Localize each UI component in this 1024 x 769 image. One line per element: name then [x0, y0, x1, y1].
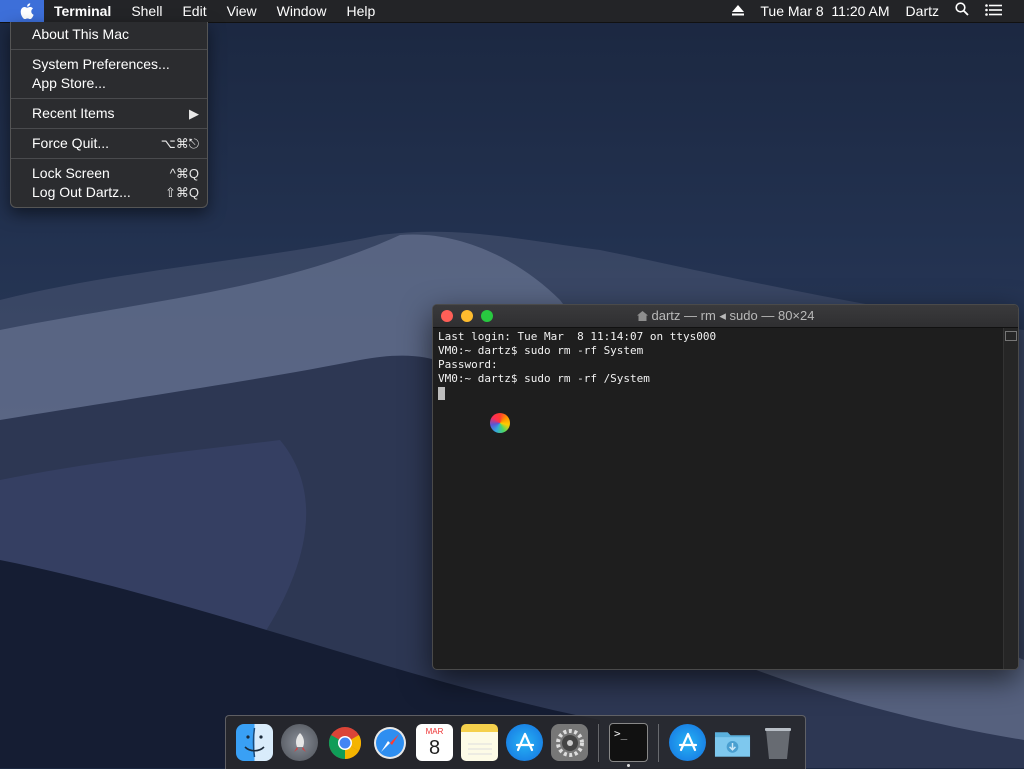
system-preferences-icon[interactable] — [551, 724, 588, 761]
menu-separator — [11, 128, 207, 129]
dock: MAR 8 >_ — [225, 715, 806, 769]
menu-edit[interactable]: Edit — [172, 0, 216, 22]
menu-item-label: Log Out Dartz... — [32, 184, 131, 200]
menu-item-shortcut: ⇧⌘Q — [164, 185, 199, 200]
terminal-line: VM0:~ dartz$ sudo rm -rf /System — [438, 372, 650, 385]
menu-item-log-out[interactable]: Log Out Dartz... ⇧⌘Q — [11, 183, 207, 202]
menu-item-label: Force Quit... — [32, 135, 110, 151]
apple-menu-dropdown: About This Mac System Preferences... App… — [10, 22, 208, 208]
running-indicator — [627, 764, 630, 767]
terminal-cursor — [438, 386, 445, 400]
terminal-titlebar[interactable]: dartz — rm ◂ sudo — 80×24 — [433, 305, 1018, 328]
calendar-icon[interactable]: MAR 8 — [416, 724, 453, 761]
menu-item-recent-items[interactable]: Recent Items ▶ — [11, 104, 207, 123]
split-pane-icon[interactable] — [1005, 331, 1017, 341]
app-store-icon[interactable] — [506, 724, 543, 761]
dock-divider — [658, 723, 659, 762]
chrome-icon[interactable] — [326, 724, 363, 761]
app-store-folder-icon[interactable] — [669, 724, 706, 761]
calendar-day: 8 — [428, 736, 441, 759]
launchpad-icon[interactable] — [281, 724, 318, 761]
downloads-folder-icon[interactable] — [714, 724, 751, 761]
menu-item-label: App Store... — [32, 75, 106, 91]
menubar-user[interactable]: Dartz — [898, 0, 947, 22]
home-folder-icon — [636, 306, 648, 328]
apple-menu-button[interactable] — [0, 0, 44, 22]
menu-item-shortcut: ⌥⌘⎋ — [160, 136, 199, 151]
terminal-title-text: dartz — rm ◂ sudo — 80×24 — [651, 308, 815, 323]
notes-icon[interactable] — [461, 724, 498, 761]
menu-separator — [11, 158, 207, 159]
terminal-output[interactable]: Last login: Tue Mar 8 11:14:07 on ttys00… — [433, 328, 1004, 669]
terminal-line: VM0:~ dartz$ sudo rm -rf System — [438, 344, 644, 357]
notification-center-icon[interactable] — [977, 0, 1024, 22]
spotlight-search-icon[interactable] — [947, 0, 977, 22]
menu-separator — [11, 98, 207, 99]
menu-window[interactable]: Window — [267, 0, 337, 22]
menu-separator — [11, 49, 207, 50]
menu-shell[interactable]: Shell — [121, 0, 172, 22]
menu-item-app-store[interactable]: App Store... — [11, 74, 207, 93]
menu-item-system-preferences[interactable]: System Preferences... — [11, 55, 207, 74]
menu-item-label: Recent Items — [32, 105, 115, 121]
menubar-clock[interactable]: Tue Mar 8 11:20 AM — [752, 0, 897, 22]
menu-item-label: Lock Screen — [32, 165, 110, 181]
trash-icon[interactable] — [759, 724, 796, 761]
menu-item-about-this-mac[interactable]: About This Mac — [11, 25, 207, 44]
menu-item-lock-screen[interactable]: Lock Screen ^⌘Q — [11, 164, 207, 183]
menu-item-force-quit[interactable]: Force Quit... ⌥⌘⎋ — [11, 134, 207, 153]
finder-icon[interactable] — [236, 724, 273, 761]
terminal-scrollbar[interactable] — [1003, 328, 1018, 669]
terminal-line: Password: — [438, 358, 498, 371]
menu-item-shortcut: ^⌘Q — [169, 166, 199, 181]
apple-icon — [20, 3, 34, 19]
menu-help[interactable]: Help — [336, 0, 385, 22]
spinning-wait-cursor-icon — [490, 413, 510, 433]
dock-divider — [598, 723, 599, 762]
menu-app-name[interactable]: Terminal — [44, 0, 121, 22]
terminal-window[interactable]: dartz — rm ◂ sudo — 80×24 Last login: Tu… — [432, 304, 1019, 670]
terminal-line: Last login: Tue Mar 8 11:14:07 on ttys00… — [438, 330, 717, 343]
menu-item-label: System Preferences... — [32, 56, 170, 72]
terminal-title: dartz — rm ◂ sudo — 80×24 — [433, 305, 1018, 327]
safari-icon[interactable] — [371, 724, 408, 761]
eject-icon[interactable] — [724, 0, 752, 22]
submenu-arrow-icon: ▶ — [189, 106, 199, 121]
terminal-icon[interactable]: >_ — [609, 723, 648, 767]
calendar-month: MAR — [425, 726, 444, 736]
menu-bar: Terminal Shell Edit View Window Help Tue… — [0, 0, 1024, 23]
menu-view[interactable]: View — [217, 0, 267, 22]
menu-item-label: About This Mac — [32, 26, 130, 42]
